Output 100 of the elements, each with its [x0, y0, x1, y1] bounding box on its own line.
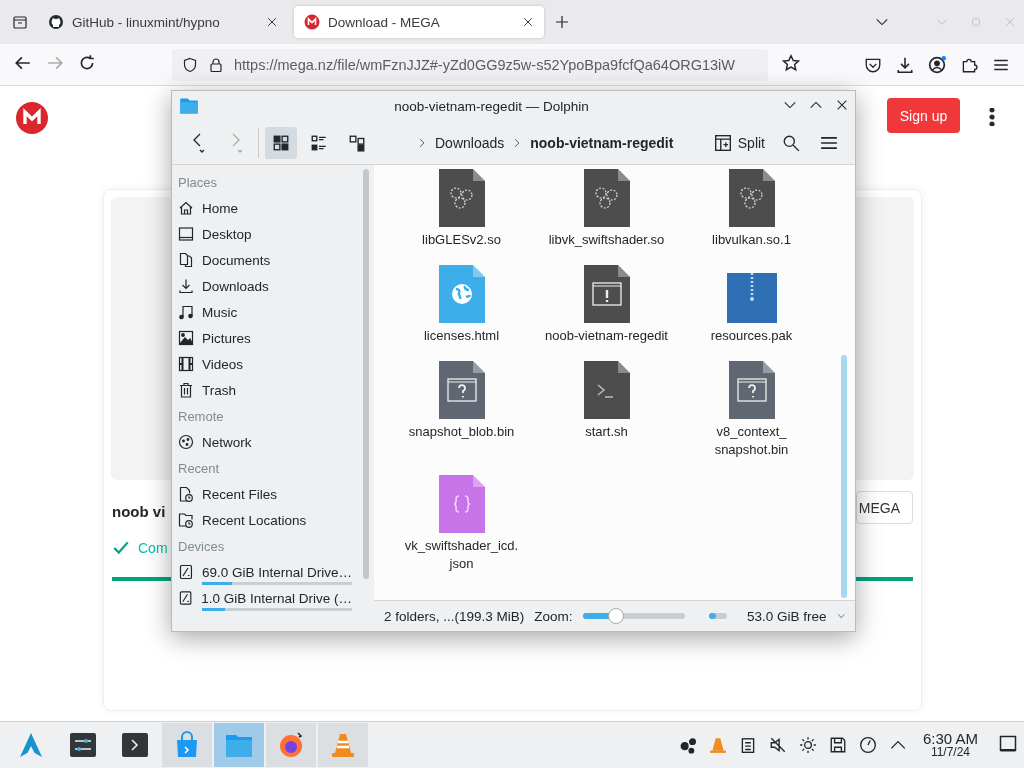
file-item[interactable]: libvk_swiftshader.so	[534, 169, 679, 249]
braces-file-icon	[438, 475, 485, 533]
url-text: https://mega.nz/file/wmFznJJZ#-yZd0GG9z5w-s52YpoBpa9fcfQa64ORG13iW	[234, 56, 735, 73]
chevron-right-icon	[417, 136, 427, 149]
file-name: resources.pak	[709, 327, 794, 345]
breadcrumb-link[interactable]: noob-vietnam-regedit	[530, 134, 674, 151]
section-heading: Devices	[178, 537, 226, 556]
sliders-icon	[69, 731, 97, 759]
file-name: libvulkan.so.1	[711, 231, 792, 249]
free-space-text: 53.0 GiB free	[747, 608, 827, 624]
close-icon	[266, 16, 278, 28]
close-icon	[1004, 16, 1016, 28]
m-logo-icon	[304, 14, 320, 30]
places-item[interactable]: Downloads	[178, 273, 352, 299]
show-desktop-icon	[998, 733, 1018, 754]
browser-tab[interactable]: GitHub - linuxmint/hypno	[38, 6, 288, 38]
clock[interactable]: 6:30 AM 11/7/24	[922, 731, 978, 759]
breadcrumb-link[interactable]: Downloads	[435, 134, 505, 151]
file-name: noob-vietnam-regedit	[544, 327, 669, 345]
places-item[interactable]: Trash	[178, 377, 352, 403]
places-item[interactable]: Videos	[178, 351, 352, 377]
cat-logo-icon	[48, 14, 64, 30]
file-name: licenses.html	[422, 327, 501, 345]
places-item[interactable]: Network	[178, 429, 352, 455]
file-name: v8_context_ snapshot.bin	[713, 423, 790, 459]
address-bar[interactable]: https://mega.nz/file/wmFznJJZ#-yZd0GG9z5w-s52YpoBpa9fcfQa64ORG13iW	[172, 48, 768, 81]
places-item[interactable]: Desktop	[178, 221, 352, 247]
view-mode-button[interactable]	[265, 126, 297, 159]
m-logo-icon	[16, 102, 48, 134]
file-name: snapshot_blob.bin	[407, 423, 516, 441]
file-name: noob vi	[112, 503, 166, 520]
scrollbar[interactable]	[363, 169, 369, 579]
traffic-cone-icon	[708, 736, 727, 754]
terminal-icon	[121, 731, 149, 759]
split-button[interactable]: Split	[709, 126, 769, 159]
status-summary: 2 folders, ...(199.3 MiB)	[384, 608, 525, 624]
kebab-menu-icon	[988, 108, 996, 126]
places-item[interactable]: Documents	[178, 247, 352, 273]
grid-view-icon	[272, 133, 290, 152]
places-item[interactable]: 1.0 GiB Internal Drive (…	[178, 585, 352, 611]
monitor-icon	[178, 226, 194, 242]
maximize-icon	[970, 16, 982, 28]
file-item[interactable]: snapshot_blob.bin	[389, 361, 534, 441]
drive-icon	[178, 564, 194, 580]
documents-icon	[178, 252, 194, 268]
file-item[interactable]: libvulkan.so.1	[679, 169, 824, 249]
account-icon	[928, 55, 946, 74]
places-item[interactable]: Recent Locations	[178, 507, 352, 533]
split-view-icon	[713, 133, 732, 152]
compact-view-icon	[310, 133, 328, 152]
file-item[interactable]: resources.pak	[679, 265, 824, 345]
file-name: libGLESv2.so	[421, 231, 502, 249]
tray-icon	[12, 14, 28, 30]
file-item[interactable]: noob-vietnam-regedit	[534, 265, 679, 345]
file-item[interactable]: vk_swiftshader_icd. json	[389, 475, 534, 573]
zoom-label: Zoom:	[534, 608, 573, 624]
file-item[interactable]: libGLESv2.so	[389, 169, 534, 249]
speaker-muted-icon	[768, 736, 787, 754]
places-item[interactable]: Recent Files	[178, 481, 352, 507]
more-options-button[interactable]	[988, 108, 996, 129]
download-icon	[896, 55, 914, 74]
places-item[interactable]: Home	[178, 195, 352, 221]
open-in-mega-button[interactable]: MEGA	[855, 491, 913, 524]
plus-icon	[554, 14, 570, 30]
drive-icon	[178, 590, 194, 606]
gears-file-icon	[438, 169, 485, 227]
music-note-icon	[178, 304, 194, 320]
download-icon	[178, 278, 194, 294]
places-item[interactable]: Pictures	[178, 325, 352, 351]
zoom-slider[interactable]	[582, 608, 685, 624]
recent-folder-icon	[178, 512, 194, 528]
check-icon	[112, 539, 130, 557]
zip-archive-icon	[726, 273, 777, 323]
search-icon	[782, 133, 800, 152]
sign-up-button[interactable]: Sign up	[887, 98, 960, 133]
arch-logo-icon	[17, 731, 45, 759]
warning-window-file-icon	[583, 265, 630, 323]
file-item[interactable]: v8_context_ snapshot.bin	[679, 361, 824, 459]
question-window-file-icon	[728, 361, 775, 419]
shield-icon	[182, 56, 198, 73]
places-item[interactable]: 69.0 GiB Internal Drive…	[178, 559, 352, 585]
browser-tab[interactable]: Download - MEGA	[294, 6, 544, 38]
file-item[interactable]: start.sh	[534, 361, 679, 441]
close-icon	[522, 16, 534, 28]
scrollbar[interactable]	[841, 355, 847, 598]
section-heading: Places	[178, 173, 219, 192]
forward-arrow-icon	[46, 54, 64, 72]
brightness-icon	[798, 736, 817, 754]
back-arrow-icon	[14, 54, 32, 72]
film-icon	[178, 356, 194, 372]
lock-icon	[208, 56, 224, 73]
status-text: Com	[138, 540, 168, 556]
star-icon	[782, 54, 800, 72]
tree-view-icon	[348, 133, 366, 152]
date-text: 11/7/24	[930, 746, 971, 759]
file-item[interactable]: licenses.html	[389, 265, 534, 345]
fox-globe-icon	[277, 731, 305, 759]
places-item[interactable]: Music	[178, 299, 352, 325]
globe-file-icon	[438, 265, 485, 323]
traffic-cone-icon	[329, 731, 357, 759]
